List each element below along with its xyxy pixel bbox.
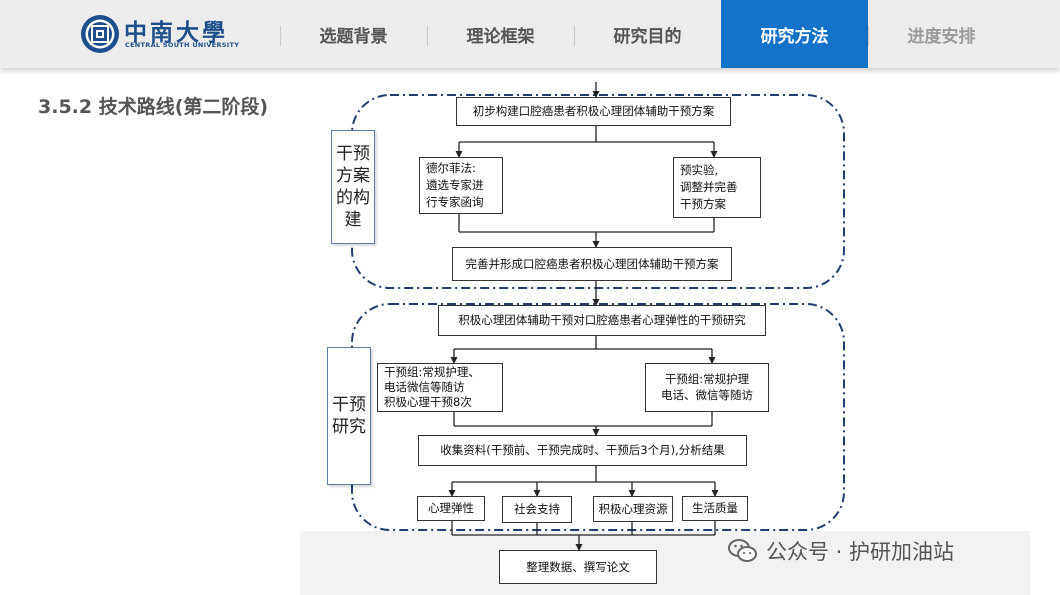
text-line: 干预方案 — [680, 196, 726, 211]
outcome-box-quality-of-life: 生活质量 — [682, 496, 748, 521]
wechat-icon — [728, 539, 757, 562]
watermark-text: 公众号 · 护研加油站 — [766, 540, 955, 564]
text-line: 电话微信等随访 — [384, 380, 465, 395]
text-line: 德尔菲法: — [426, 161, 476, 176]
final-writeup-box: 整理数据、撰写论文 — [499, 550, 657, 584]
p1-pilot-box: 预实验, 调整并完善 干预方案 — [673, 157, 761, 218]
watermark: 公众号 · 护研加油站 — [728, 536, 954, 566]
p2-collect-data-box: 收集资料(干预前、干预完成时、干预后3个月),分析结果 — [418, 435, 747, 466]
text-line: 预实验, — [680, 163, 719, 178]
text-line: 行专家函询 — [426, 194, 484, 209]
phase2-label: 干预研究 — [327, 347, 371, 485]
phase1-label: 干预方案的构建 — [331, 130, 375, 244]
text-line: 干预组:常规护理 — [664, 371, 750, 386]
p2-study-box: 积极心理团体辅助干预对口腔癌患者心理弹性的干预研究 — [438, 305, 766, 336]
p1-pilot-text: 预实验, 调整并完善 干预方案 — [680, 162, 738, 212]
p2-intervention-text: 干预组:常规护理、 电话微信等随访 积极心理干预8次 — [384, 365, 480, 410]
text-line: 干预组:常规护理、 — [384, 365, 480, 380]
outcome-box-positive-resources: 积极心理资源 — [593, 496, 673, 522]
p1-initial-plan-box: 初步构建口腔癌患者积极心理团体辅助干预方案 — [456, 97, 731, 126]
p1-delphi-box: 德尔菲法: 遴选专家进 行专家函询 — [419, 157, 503, 214]
outcome-box-resilience: 心理弹性 — [417, 496, 485, 521]
outcome-box-social-support: 社会支持 — [502, 496, 572, 523]
p2-intervention-group-box: 干预组:常规护理、 电话微信等随访 积极心理干预8次 — [377, 363, 503, 412]
text-line: 遴选专家进 — [426, 178, 484, 193]
p2-control-group-box: 干预组:常规护理 电话、微信等随访 — [645, 363, 769, 412]
p2-control-text: 干预组:常规护理 电话、微信等随访 — [661, 372, 753, 403]
p1-final-plan-box: 完善并形成口腔癌患者积极心理团体辅助干预方案 — [452, 247, 732, 281]
p1-delphi-text: 德尔菲法: 遴选专家进 行专家函询 — [426, 160, 484, 210]
phase2-label-text: 干预研究 — [332, 394, 366, 437]
text-line: 调整并完善 — [680, 180, 738, 195]
text-line: 电话、微信等随访 — [661, 387, 753, 402]
phase1-label-text: 干预方案的构建 — [336, 143, 370, 231]
text-line: 积极心理干预8次 — [384, 394, 472, 409]
